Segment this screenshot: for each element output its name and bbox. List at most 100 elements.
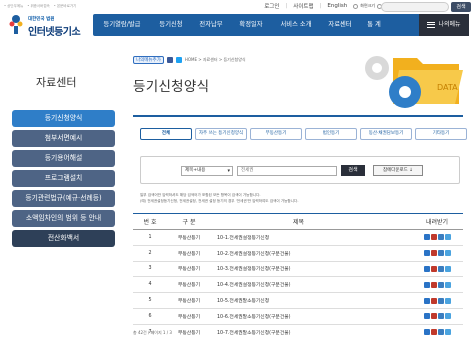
row-number: 6	[148, 313, 152, 319]
sidebar-item-programs[interactable]: 프로그램설치	[12, 170, 115, 187]
my-menu-label: 나의메뉴	[438, 21, 461, 28]
header-download: 내려받기	[425, 219, 449, 226]
search-panel: 제목+내용 전세권 검색 참에다운로드 ↓	[140, 156, 460, 184]
tab-all[interactable]: 전체	[140, 128, 192, 140]
image-file-icon[interactable]	[444, 265, 451, 272]
tab-other[interactable]: 기타등기	[415, 128, 467, 140]
doc-file-icon[interactable]	[437, 281, 444, 288]
table-row[interactable]: 4 부동산등기 10-4.전세권설정등기신청(구분건물)	[133, 277, 463, 294]
row-title[interactable]: 10-7.전세권말소등기신청(구분건물)	[211, 329, 411, 336]
table-row[interactable]: 2 부동산등기 10-2.전세권설정등기신청(구분건물)	[133, 246, 463, 262]
row-title[interactable]: 10-2.전세권설정등기신청(구분건물)	[211, 250, 411, 257]
row-number: 4	[148, 282, 152, 288]
site-logo[interactable]: 대한민국 법원 인터넷등기소	[8, 14, 88, 38]
row-download-icons	[411, 250, 463, 257]
facebook-icon[interactable]	[166, 57, 173, 63]
image-file-icon[interactable]	[444, 329, 451, 336]
download-button[interactable]: 참에다운로드 ↓	[373, 165, 423, 176]
doc-file-icon[interactable]	[437, 329, 444, 336]
pdf-file-icon[interactable]	[430, 250, 437, 257]
image-file-icon[interactable]	[444, 297, 451, 304]
english-link[interactable]: English	[327, 3, 347, 9]
hwp-file-icon[interactable]	[423, 297, 430, 304]
nav-item-fixed-date[interactable]: 확정일자	[231, 14, 271, 36]
gear-icon	[389, 76, 421, 108]
search-button[interactable]: 검색	[341, 165, 365, 176]
hwp-file-icon[interactable]	[423, 329, 430, 336]
nav-item-service-intro[interactable]: 서비스 소개	[271, 14, 321, 36]
nav-item-register-view[interactable]: 등기열람/발급	[93, 14, 151, 36]
nav-item-e-payment[interactable]: 전자납부	[191, 14, 231, 36]
category-tabs: 전체 자주 쓰는 등기신청양식 부동산등기 법인등기 동산·채권담보등기 기타등…	[140, 128, 467, 140]
data-folder-illustration: DATA	[365, 56, 463, 108]
utility-bar: • 상단우메뉴 • 위종서버접속 • 본문바로가기 로그인 | 사이트맵 | E…	[0, 0, 474, 14]
sidebar-item-forms[interactable]: 등기신청양식	[12, 110, 115, 127]
row-title[interactable]: 10-3.전세권설정등기신청(구분건물)	[211, 265, 411, 272]
sidebar-item-attachments[interactable]: 첨부서면예시	[12, 130, 115, 147]
hwp-file-icon[interactable]	[423, 281, 430, 288]
my-menu-button[interactable]: 나의메뉴	[419, 14, 469, 36]
sidebar-menu: 등기신청양식 첨부서면예시 등기용어해설 프로그램설치 등기관련법규(예규·선례…	[12, 110, 115, 250]
login-link[interactable]: 로그인	[264, 2, 279, 10]
pdf-file-icon[interactable]	[430, 329, 437, 336]
doc-file-icon[interactable]	[437, 250, 444, 257]
table-row[interactable]: 7 부동산등기 10-7.전세권말소등기신청(구분건물)	[133, 325, 463, 338]
header-number: 번 호	[143, 219, 157, 226]
main-nav: 등기열람/발급 등기신청 전자납부 확정일자 서비스 소개 자료센터 통 계 나…	[93, 14, 469, 36]
search-input[interactable]: 전세권	[237, 166, 337, 176]
image-file-icon[interactable]	[444, 234, 451, 241]
table-row[interactable]: 6 부동산등기 10-6.전세권말소등기신청(구분건물)	[133, 309, 463, 325]
pdf-file-icon[interactable]	[430, 313, 437, 320]
hwp-file-icon[interactable]	[423, 265, 430, 272]
search-field-select[interactable]: 제목+내용	[181, 166, 233, 176]
top-search-button[interactable]: 검색	[451, 2, 471, 12]
sidebar-item-tenant-info[interactable]: 소액임차인의 범위 등 안내	[12, 210, 115, 227]
image-file-icon[interactable]	[444, 250, 451, 257]
nav-item-statistics[interactable]: 통 계	[359, 14, 389, 36]
pdf-file-icon[interactable]	[430, 265, 437, 272]
skip-link[interactable]: • 상단우메뉴	[4, 4, 23, 9]
row-title[interactable]: 10-5.전세권말소등기신청	[211, 297, 411, 304]
add-my-menu-button[interactable]: 나의메뉴추가	[133, 56, 164, 64]
tab-corporate[interactable]: 법인등기	[305, 128, 357, 140]
skip-link[interactable]: • 위종서버접속	[27, 4, 50, 9]
tab-movable[interactable]: 동산·채권담보등기	[360, 128, 412, 140]
doc-file-icon[interactable]	[437, 297, 444, 304]
doc-file-icon[interactable]	[437, 265, 444, 272]
image-file-icon[interactable]	[444, 313, 451, 320]
pdf-file-icon[interactable]	[430, 234, 437, 241]
row-type: 부동산등기	[177, 251, 201, 257]
tab-frequent[interactable]: 자주 쓰는 등기신청양식	[195, 128, 247, 140]
sidebar-item-whitepaper[interactable]: 전산화백서	[12, 230, 115, 247]
breadcrumb: 나의메뉴추가 HOME > 자료센터 > 등기신청양식	[133, 56, 246, 64]
sitemap-link[interactable]: 사이트맵	[293, 2, 313, 10]
nav-item-register-apply[interactable]: 등기신청	[151, 14, 191, 36]
row-number: 1	[148, 234, 152, 240]
divider: |	[319, 3, 322, 9]
zoom-in-icon[interactable]	[353, 3, 359, 9]
sidebar-item-regulations[interactable]: 등기관련법규(예규·선례등)	[12, 190, 115, 207]
tab-real-estate[interactable]: 부동산등기	[250, 128, 302, 140]
doc-file-icon[interactable]	[437, 313, 444, 320]
skip-link[interactable]: • 본문바로가기	[54, 4, 77, 9]
page-title: 등기신청양식	[133, 79, 210, 95]
top-search-input[interactable]	[381, 2, 449, 12]
row-title[interactable]: 10-4.전세권설정등기신청(구분건물)	[211, 281, 411, 288]
twitter-icon[interactable]	[175, 57, 182, 63]
pdf-file-icon[interactable]	[430, 297, 437, 304]
nav-item-data-center[interactable]: 자료센터	[321, 14, 359, 36]
table-row[interactable]: 1 부동산등기 10-1.전세권설정등기신청	[133, 230, 463, 246]
table-body: 1 부동산등기 10-1.전세권설정등기신청 2 부동산등기 10-2.전세권설정등기신청…	[133, 230, 463, 338]
hwp-file-icon[interactable]	[423, 313, 430, 320]
hwp-file-icon[interactable]	[423, 234, 430, 241]
pdf-file-icon[interactable]	[430, 281, 437, 288]
table-row[interactable]: 5 부동산등기 10-5.전세권말소등기신청	[133, 293, 463, 309]
search-note: 일부 검색어만 입력하셔도 해당 검색어가 포함된 모든 항목이 검색이 가능합…	[140, 193, 460, 204]
doc-file-icon[interactable]	[437, 234, 444, 241]
row-title[interactable]: 10-6.전세권말소등기신청(구분건물)	[211, 313, 411, 320]
hwp-file-icon[interactable]	[423, 250, 430, 257]
table-row[interactable]: 3 부동산등기 10-3.전세권설정등기신청(구분건물)	[133, 262, 463, 278]
row-title[interactable]: 10-1.전세권설정등기신청	[211, 234, 411, 241]
image-file-icon[interactable]	[444, 281, 451, 288]
sidebar-item-glossary[interactable]: 등기용어해설	[12, 150, 115, 167]
